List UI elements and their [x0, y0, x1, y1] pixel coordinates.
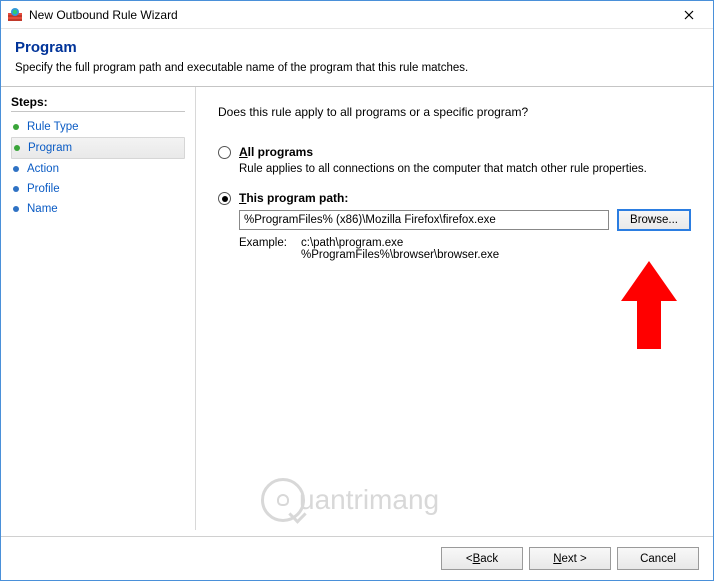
- step-label: Rule Type: [27, 121, 79, 133]
- wizard-window: New Outbound Rule Wizard Program Specify…: [0, 0, 714, 581]
- bullet-icon: [13, 186, 19, 192]
- page-subtitle: Specify the full program path and execut…: [15, 62, 699, 74]
- radio-icon[interactable]: [218, 146, 231, 159]
- option-this-program-path[interactable]: This program path:: [218, 191, 691, 205]
- bullet-icon: [13, 166, 19, 172]
- next-button[interactable]: Next >: [529, 547, 611, 570]
- back-button[interactable]: < Back: [441, 547, 523, 570]
- window-title: New Outbound Rule Wizard: [29, 8, 669, 22]
- example-lines: c:\path\program.exe %ProgramFiles%\brows…: [301, 237, 499, 261]
- step-label: Program: [28, 142, 72, 154]
- body: Steps: Rule Type Program Action Profile …: [1, 87, 713, 530]
- option-all-programs[interactable]: All programs: [218, 145, 691, 159]
- option-all-title: All programs: [239, 145, 313, 159]
- bullet-icon: [13, 124, 19, 130]
- question-text: Does this rule apply to all programs or …: [218, 105, 691, 119]
- step-name[interactable]: Name: [11, 199, 185, 219]
- close-icon: [684, 10, 694, 20]
- footer: < Back Next > Cancel: [1, 536, 713, 580]
- example-label: Example:: [239, 237, 301, 261]
- program-path-input[interactable]: [239, 210, 609, 230]
- radio-icon[interactable]: [218, 192, 231, 205]
- option-path-title: This program path:: [239, 191, 348, 205]
- steps-heading: Steps:: [11, 95, 185, 112]
- step-action[interactable]: Action: [11, 159, 185, 179]
- page-title: Program: [15, 39, 699, 56]
- browse-button[interactable]: Browse...: [617, 209, 691, 231]
- step-label: Profile: [27, 183, 60, 195]
- step-rule-type[interactable]: Rule Type: [11, 117, 185, 137]
- cancel-button[interactable]: Cancel: [617, 547, 699, 570]
- firewall-icon: [7, 7, 23, 23]
- bullet-icon: [13, 206, 19, 212]
- example-block: Example: c:\path\program.exe %ProgramFil…: [239, 237, 691, 261]
- step-program[interactable]: Program: [11, 137, 185, 159]
- header: Program Specify the full program path an…: [1, 29, 713, 87]
- program-path-row: Browse...: [239, 209, 691, 231]
- step-label: Action: [27, 163, 59, 175]
- titlebar[interactable]: New Outbound Rule Wizard: [1, 1, 713, 29]
- option-all-desc: Rule applies to all connections on the c…: [239, 163, 691, 175]
- step-profile[interactable]: Profile: [11, 179, 185, 199]
- steps-sidebar: Steps: Rule Type Program Action Profile …: [1, 87, 196, 530]
- bullet-icon: [14, 145, 20, 151]
- step-label: Name: [27, 203, 58, 215]
- main-pane: Does this rule apply to all programs or …: [196, 87, 713, 530]
- close-button[interactable]: [669, 3, 709, 27]
